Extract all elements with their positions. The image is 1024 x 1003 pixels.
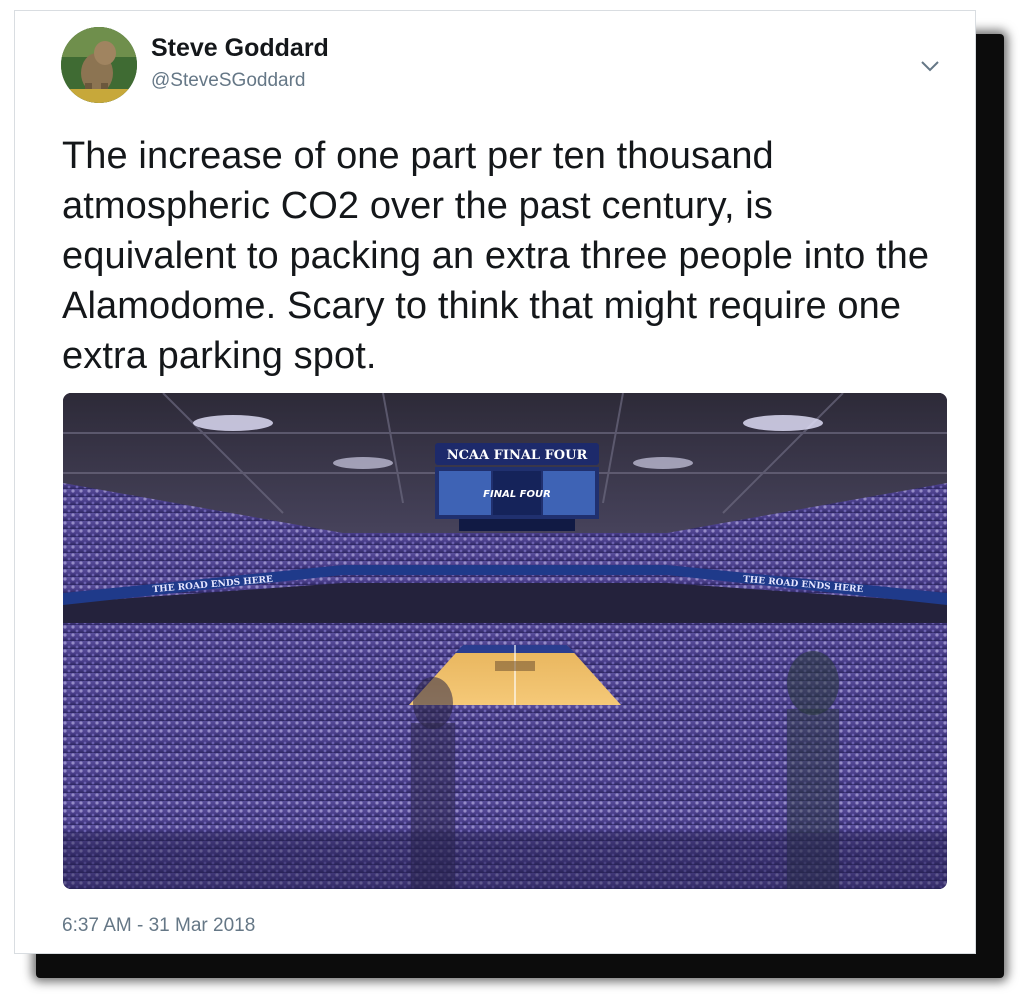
- tweet-media-photo[interactable]: NCAA FINAL FOUR FINAL FOUR THE ROAD ENDS…: [63, 393, 947, 889]
- author-handle[interactable]: @SteveSGoddard: [151, 70, 306, 92]
- scoreboard-title: NCAA FINAL FOUR: [447, 448, 588, 463]
- author-name[interactable]: Steve Goddard: [151, 34, 329, 63]
- tweet-menu-button[interactable]: [917, 53, 943, 79]
- tweet-text: The increase of one part per ten thousan…: [62, 135, 930, 377]
- tweet-card: Steve Goddard @SteveSGoddard The increas…: [14, 10, 976, 954]
- scoreboard-screen-logo: FINAL FOUR: [483, 489, 551, 500]
- arena-photo: NCAA FINAL FOUR FINAL FOUR THE ROAD ENDS…: [63, 393, 947, 889]
- author-avatar[interactable]: [61, 27, 137, 103]
- tweet-timestamp[interactable]: 6:37 AM - 31 Mar 2018: [62, 915, 255, 937]
- chevron-down-icon: [921, 61, 939, 72]
- avatar-photo-icon: [61, 27, 137, 103]
